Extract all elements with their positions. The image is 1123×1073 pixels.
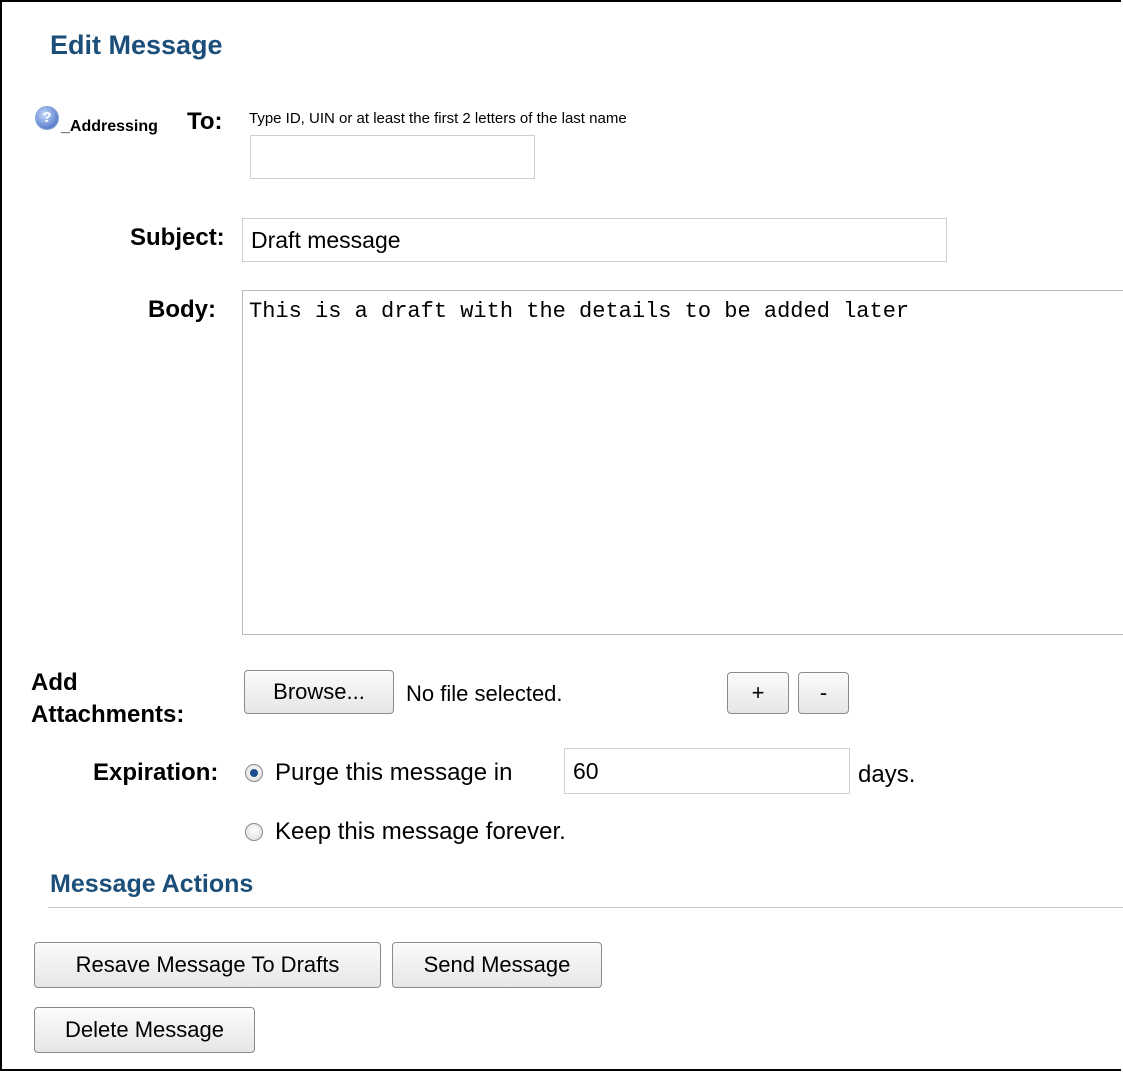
file-status: No file selected.: [406, 681, 563, 706]
to-hint: Type ID, UIN or at least the first 2 let…: [249, 110, 627, 127]
purge-radio[interactable]: [245, 764, 263, 782]
to-label: To:: [187, 108, 223, 135]
attachments-label-line1: Add: [31, 669, 78, 696]
subject-input[interactable]: [242, 218, 947, 262]
keep-forever-label: Keep this message forever.: [275, 818, 566, 845]
subject-label: Subject:: [130, 224, 225, 251]
send-message-button[interactable]: Send Message: [392, 942, 602, 988]
attachments-label-line2: Attachments:: [31, 701, 185, 728]
page-title: Edit Message: [50, 30, 223, 60]
body-textarea[interactable]: This is a draft with the details to be a…: [242, 290, 1123, 635]
to-input[interactable]: [250, 135, 535, 179]
attachments-label: Add Attachments:: [31, 667, 184, 731]
expiration-label: Expiration:: [93, 759, 219, 786]
message-actions-heading: Message Actions: [50, 870, 254, 898]
body-label: Body:: [148, 296, 216, 323]
add-attachment-button[interactable]: +: [727, 672, 789, 714]
addressing-help-link[interactable]: _Addressing: [61, 118, 158, 136]
days-label: days.: [858, 761, 916, 788]
keep-forever-radio[interactable]: [245, 823, 263, 841]
purge-days-input[interactable]: [564, 748, 850, 794]
section-divider: [48, 907, 1123, 908]
help-icon[interactable]: ?: [36, 107, 58, 129]
browse-button[interactable]: Browse...: [244, 670, 394, 714]
remove-attachment-button[interactable]: -: [798, 672, 849, 714]
purge-label: Purge this message in: [275, 759, 513, 786]
delete-message-button[interactable]: Delete Message: [34, 1007, 255, 1053]
resave-to-drafts-button[interactable]: Resave Message To Drafts: [34, 942, 381, 988]
